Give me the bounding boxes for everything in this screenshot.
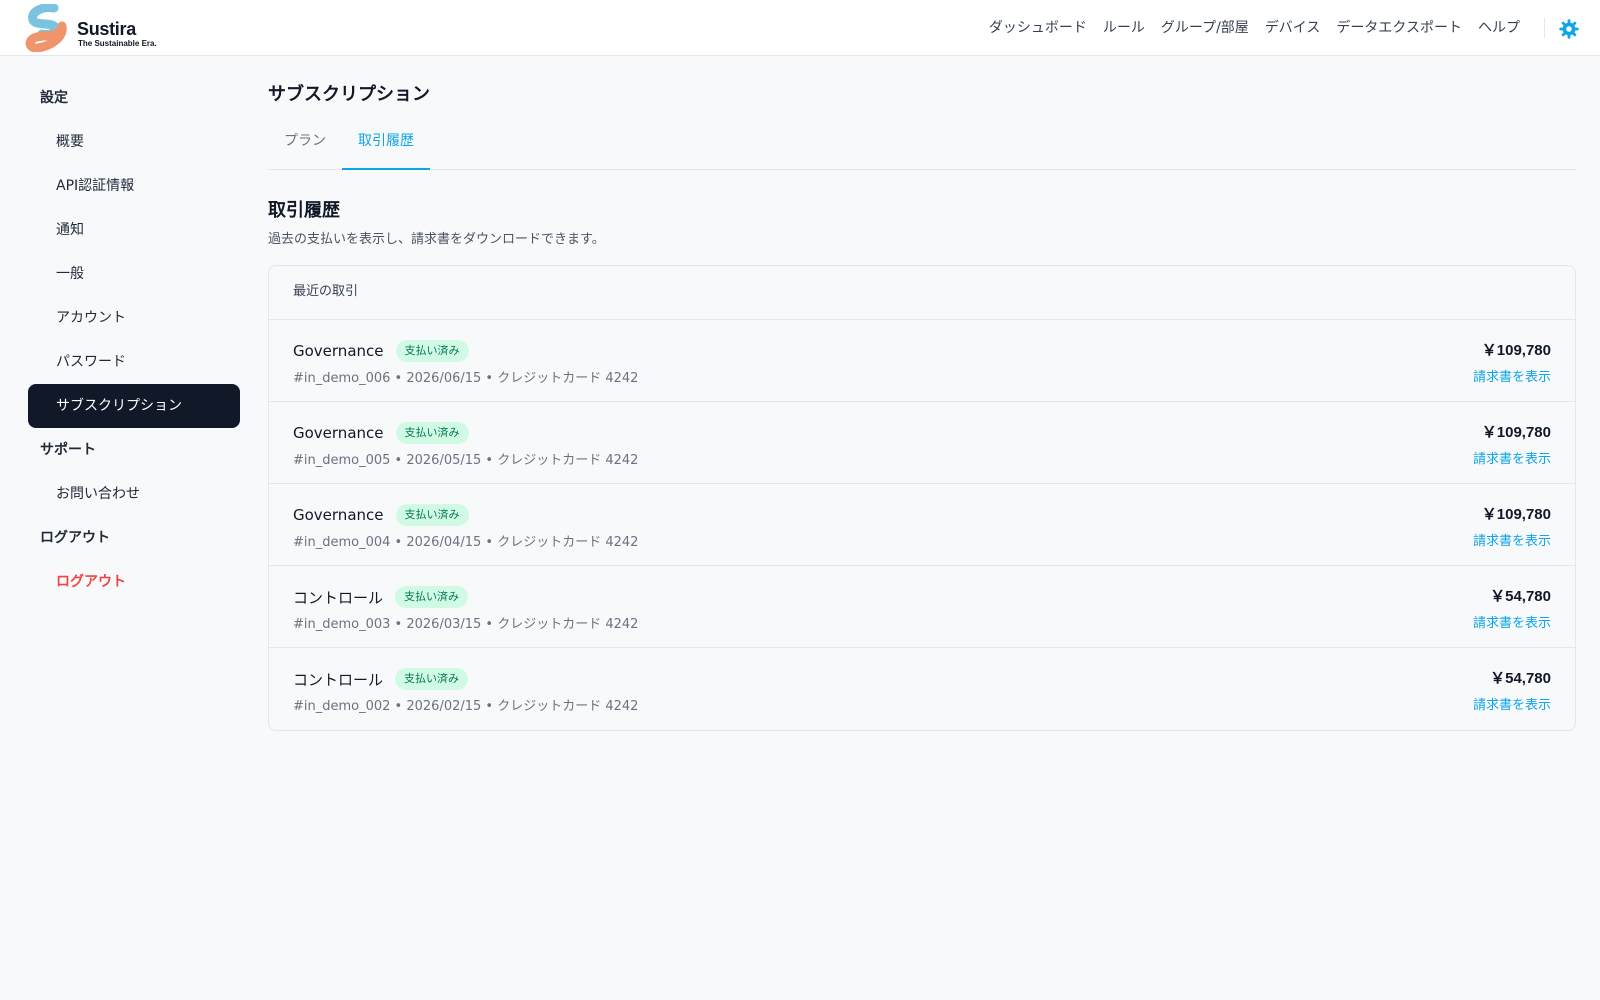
status-badge: 支払い済み xyxy=(395,504,469,526)
sidebar-item-contact[interactable]: お問い合わせ xyxy=(28,472,240,516)
transaction-meta: #in_demo_006 • 2026/06/15 • クレジットカード 424… xyxy=(293,371,639,386)
brand-logo[interactable]: Sustira The Sustainable Era. xyxy=(24,4,157,52)
nav-groups-rooms[interactable]: グループ/部屋 xyxy=(1161,17,1249,37)
transaction-meta: #in_demo_005 • 2026/05/15 • クレジットカード 424… xyxy=(293,453,639,468)
nav-devices[interactable]: デバイス xyxy=(1265,17,1321,37)
transactions-card: 最近の取引 Governance 支払い済み #in_demo_006 • 20… xyxy=(268,265,1576,731)
gear-icon[interactable] xyxy=(1558,18,1580,40)
top-header: Sustira The Sustainable Era. ダッシュボード ルール… xyxy=(0,0,1600,56)
transaction-row: コントロール 支払い済み #in_demo_003 • 2026/03/15 •… xyxy=(269,566,1575,648)
sustira-logo-icon xyxy=(25,4,67,52)
section-description: 過去の支払いを表示し、請求書をダウンロードできます。 xyxy=(268,232,605,247)
sidebar-section-support: サポート xyxy=(40,442,96,458)
brand-name: Sustira xyxy=(77,19,136,39)
sidebar-item-notifications[interactable]: 通知 xyxy=(28,208,240,252)
sidebar-item-subscription[interactable]: サブスクリプション xyxy=(28,384,240,428)
sidebar-section-logout: ログアウト xyxy=(40,530,110,546)
status-badge: 支払い済み xyxy=(395,422,469,444)
main-content: サブスクリプション プラン 取引履歴 取引履歴 過去の支払いを表示し、請求書をダ… xyxy=(268,80,1576,731)
main-nav: ダッシュボード ルール グループ/部屋 デバイス データエクスポート ヘルプ xyxy=(989,17,1520,37)
nav-dashboard[interactable]: ダッシュボード xyxy=(989,17,1087,37)
tab-plan[interactable]: プラン xyxy=(268,126,342,170)
view-invoice-link[interactable]: 請求書を表示 xyxy=(1473,612,1551,631)
nav-divider xyxy=(1544,18,1545,38)
transaction-meta: #in_demo_004 • 2026/04/15 • クレジットカード 424… xyxy=(293,535,639,550)
transaction-plan: コントロール xyxy=(293,588,384,607)
status-badge: 支払い済み xyxy=(395,586,469,608)
section-title: 取引履歴 xyxy=(268,200,340,221)
subscription-tabs: プラン 取引履歴 xyxy=(268,126,1576,170)
settings-sidebar: 設定 概要 API認証情報 通知 一般 アカウント パスワード サブスクリプショ… xyxy=(28,76,240,604)
transaction-meta: #in_demo_002 • 2026/02/15 • クレジットカード 424… xyxy=(293,699,639,714)
transaction-row: コントロール 支払い済み #in_demo_002 • 2026/02/15 •… xyxy=(269,648,1575,730)
status-badge: 支払い済み xyxy=(395,668,469,690)
transaction-plan: コントロール xyxy=(293,670,384,689)
sidebar-item-password[interactable]: パスワード xyxy=(28,340,240,384)
page-title: サブスクリプション xyxy=(268,84,430,105)
status-badge: 支払い済み xyxy=(395,340,469,362)
sidebar-section-settings: 設定 xyxy=(40,90,68,106)
sidebar-item-general[interactable]: 一般 xyxy=(28,252,240,296)
transaction-meta: #in_demo_003 • 2026/03/15 • クレジットカード 424… xyxy=(293,617,639,632)
transaction-row: Governance 支払い済み #in_demo_006 • 2026/06/… xyxy=(269,320,1575,402)
transaction-amount: ￥54,780 xyxy=(1490,588,1551,605)
transaction-amount: ￥54,780 xyxy=(1490,670,1551,687)
nav-help[interactable]: ヘルプ xyxy=(1478,17,1520,37)
nav-rules[interactable]: ルール xyxy=(1103,17,1145,37)
brand-tagline: The Sustainable Era. xyxy=(78,39,157,48)
card-title: 最近の取引 xyxy=(269,266,1575,320)
transaction-amount: ￥109,780 xyxy=(1481,424,1551,441)
sidebar-item-account[interactable]: アカウント xyxy=(28,296,240,340)
transaction-plan: Governance xyxy=(293,342,384,360)
transaction-plan: Governance xyxy=(293,424,384,442)
view-invoice-link[interactable]: 請求書を表示 xyxy=(1473,448,1551,467)
transaction-row: Governance 支払い済み #in_demo_005 • 2026/05/… xyxy=(269,402,1575,484)
transaction-amount: ￥109,780 xyxy=(1481,506,1551,523)
nav-data-export[interactable]: データエクスポート xyxy=(1336,17,1462,37)
sidebar-item-overview[interactable]: 概要 xyxy=(28,120,240,164)
view-invoice-link[interactable]: 請求書を表示 xyxy=(1473,694,1551,713)
tab-transaction-history[interactable]: 取引履歴 xyxy=(342,126,430,170)
view-invoice-link[interactable]: 請求書を表示 xyxy=(1473,366,1551,385)
transaction-amount: ￥109,780 xyxy=(1481,342,1551,359)
sidebar-item-logout[interactable]: ログアウト xyxy=(28,560,240,604)
sidebar-item-api-credentials[interactable]: API認証情報 xyxy=(28,164,240,208)
transaction-row: Governance 支払い済み #in_demo_004 • 2026/04/… xyxy=(269,484,1575,566)
transaction-plan: Governance xyxy=(293,506,384,524)
view-invoice-link[interactable]: 請求書を表示 xyxy=(1473,530,1551,549)
